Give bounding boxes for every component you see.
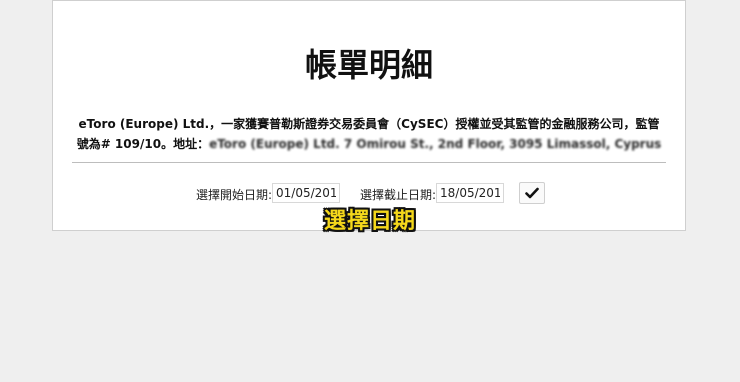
start-date-input[interactable] [272, 183, 340, 203]
overlay-caption: 選擇日期 [323, 209, 416, 234]
end-date-input[interactable] [436, 183, 504, 203]
company-description: eToro (Europe) Ltd.，一家獲賽普勒斯證券交易委員會（CySEC… [73, 114, 665, 154]
divider [72, 162, 666, 163]
statement-card: 帳單明細 eToro (Europe) Ltd.，一家獲賽普勒斯證券交易委員會（… [52, 0, 686, 231]
blurred-address: eToro (Europe) Ltd. 7 Omirou St., 2nd Fl… [209, 137, 662, 151]
checkmark-icon [525, 187, 539, 199]
start-date-label: 選擇開始日期: [196, 188, 273, 202]
end-date-label: 選擇截止日期: [360, 188, 437, 202]
confirm-date-button[interactable] [519, 182, 545, 204]
page-title: 帳單明細 [304, 46, 433, 84]
